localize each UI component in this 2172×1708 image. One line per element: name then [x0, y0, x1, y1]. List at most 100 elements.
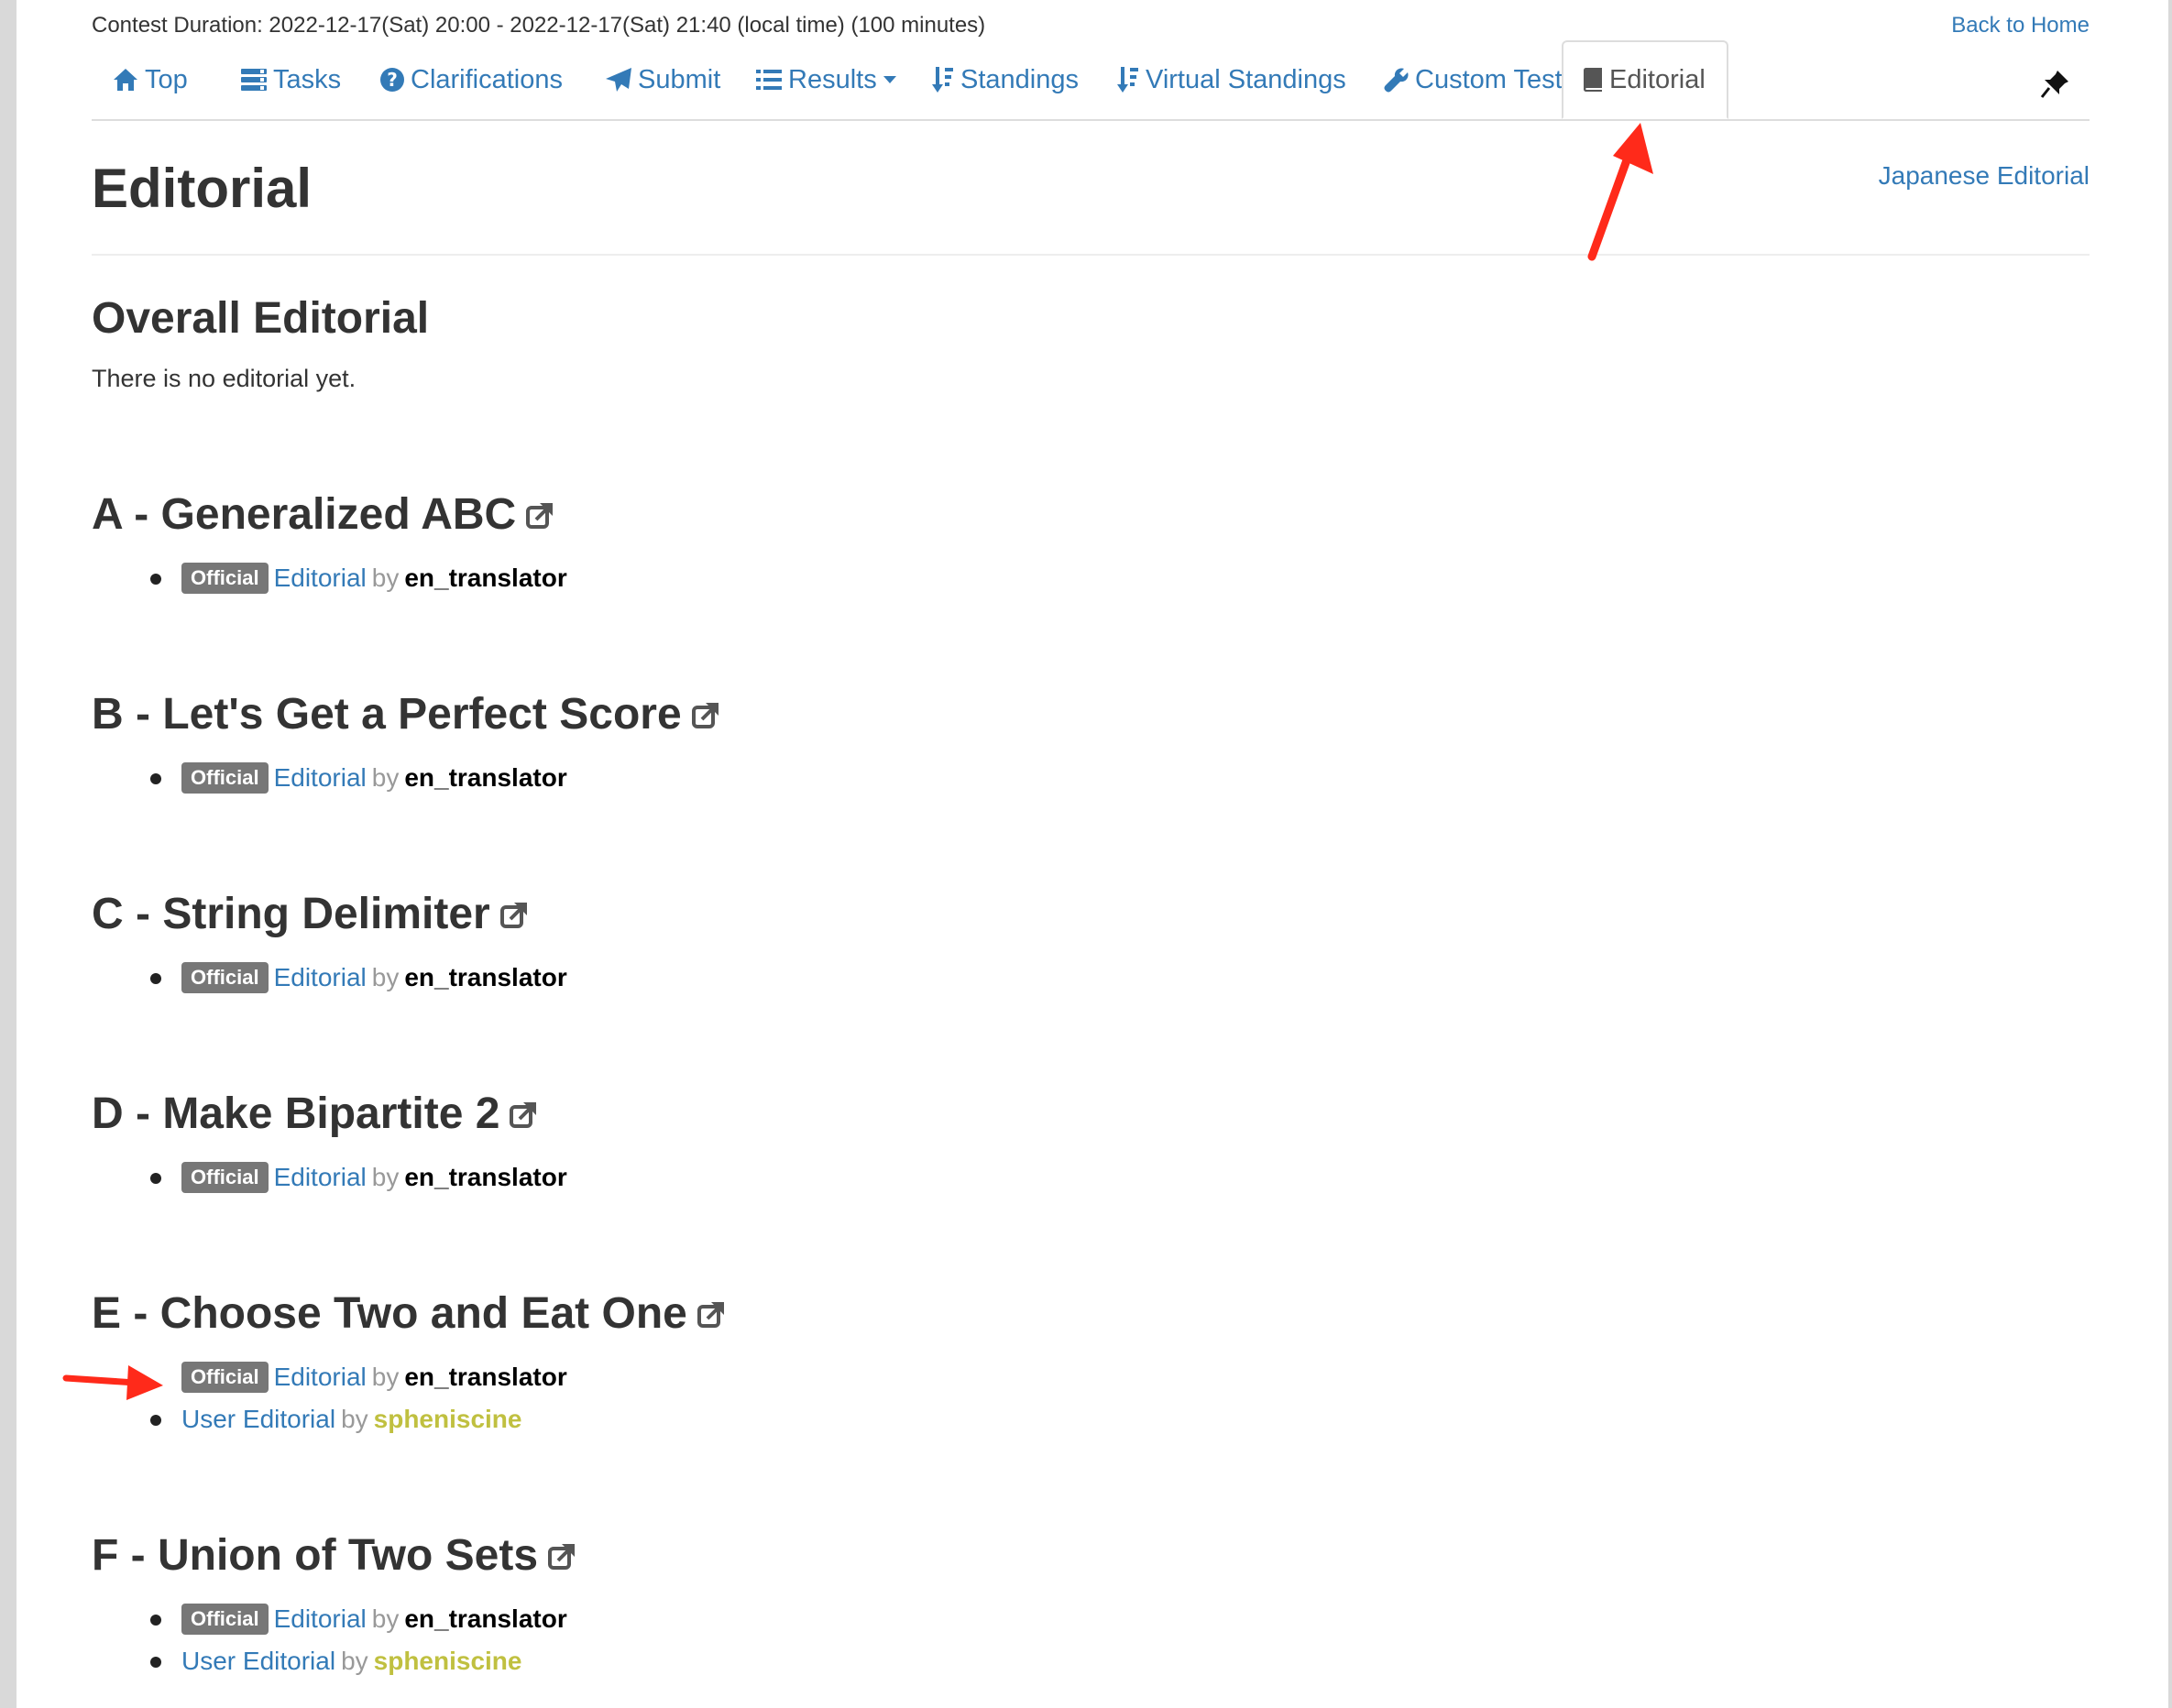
- caret-down-icon: [883, 75, 897, 84]
- tab-virtual-standings[interactable]: Virtual Standings: [1116, 40, 1346, 119]
- task-heading: C - String Delimiter: [92, 885, 1191, 944]
- list-item: Official Editorial by en_translator: [92, 957, 1191, 999]
- task-title[interactable]: C - String Delimiter: [92, 885, 490, 944]
- bullet: [150, 574, 161, 585]
- tab-submit[interactable]: Submit: [605, 40, 720, 119]
- tab-label: Clarifications: [411, 64, 563, 94]
- author-name[interactable]: en_translator: [404, 963, 566, 992]
- list-item: Official Editorial by en_translator: [92, 1598, 1191, 1640]
- task-heading: E - Choose Two and Eat One: [92, 1285, 1191, 1343]
- editorial-link[interactable]: Editorial: [274, 1363, 367, 1392]
- tab-label: Custom Test: [1415, 64, 1563, 94]
- task-section-e: E - Choose Two and Eat One Official Edit…: [92, 1285, 1191, 1440]
- official-badge: Official: [181, 563, 269, 594]
- book-icon: [1582, 67, 1604, 93]
- tab-clarifications[interactable]: ? Clarifications: [379, 40, 563, 119]
- by-label: by: [341, 1405, 368, 1433]
- task-title[interactable]: B - Let's Get a Perfect Score: [92, 685, 682, 744]
- tab-label: Results: [788, 64, 877, 94]
- tab-label: Editorial: [1609, 64, 1706, 94]
- official-badge: Official: [181, 1362, 269, 1393]
- author-name[interactable]: en_translator: [404, 564, 566, 593]
- tab-standings[interactable]: Standings: [931, 40, 1079, 119]
- external-link-icon[interactable]: [547, 1540, 578, 1571]
- task-heading: A - Generalized ABC: [92, 486, 1191, 544]
- by-label: by: [371, 1363, 400, 1391]
- official-badge: Official: [181, 1604, 269, 1635]
- tab-custom-test[interactable]: Custom Test: [1384, 40, 1563, 119]
- tab-tasks[interactable]: Tasks: [240, 40, 341, 119]
- wrench-icon: [1384, 67, 1410, 93]
- bullet: [150, 1415, 161, 1426]
- content-container: Contest Duration: 2022-12-17(Sat) 20:00 …: [92, 0, 2090, 1708]
- user-editorial-link[interactable]: User Editorial: [181, 1405, 335, 1434]
- editorial-link[interactable]: Editorial: [274, 963, 367, 992]
- pin-icon[interactable]: [2040, 68, 2071, 99]
- task-section-a: A - Generalized ABC Official Editorial b…: [92, 486, 1191, 599]
- external-link-icon[interactable]: [499, 899, 531, 930]
- editorial-link[interactable]: Editorial: [274, 564, 367, 593]
- task-title[interactable]: A - Generalized ABC: [92, 486, 516, 544]
- bullet: [150, 1173, 161, 1184]
- send-icon: [605, 67, 632, 93]
- list-item: User Editorial by spheniscine: [92, 1640, 1191, 1682]
- tasks-icon: [240, 68, 268, 92]
- editorial-list: Official Editorial by en_translator User…: [92, 1356, 1191, 1440]
- list-icon: [755, 68, 783, 92]
- author-name[interactable]: en_translator: [404, 1163, 566, 1192]
- editorial-link[interactable]: Editorial: [274, 1163, 367, 1192]
- divider: [92, 254, 2090, 256]
- editorial-list: Official Editorial by en_translator: [92, 557, 1191, 599]
- tab-label: Submit: [638, 64, 721, 94]
- author-name[interactable]: en_translator: [404, 763, 566, 793]
- sort-icon: [931, 66, 955, 93]
- user-editorial-link[interactable]: User Editorial: [181, 1647, 335, 1676]
- list-item: Official Editorial by en_translator: [92, 757, 1191, 799]
- task-heading: D - Make Bipartite 2: [92, 1085, 1191, 1144]
- list-item: Official Editorial by en_translator: [92, 1156, 1191, 1199]
- tab-editorial[interactable]: Editorial: [1562, 40, 1728, 119]
- by-label: by: [341, 1647, 368, 1675]
- official-badge: Official: [181, 1162, 269, 1193]
- editorial-list: Official Editorial by en_translator: [92, 957, 1191, 999]
- task-heading: B - Let's Get a Perfect Score: [92, 685, 1191, 744]
- bullet: [150, 1615, 161, 1626]
- by-label: by: [371, 1604, 400, 1633]
- editorial-list: Official Editorial by en_translator User…: [92, 1598, 1191, 1682]
- task-title[interactable]: D - Make Bipartite 2: [92, 1085, 499, 1144]
- external-link-icon[interactable]: [525, 499, 556, 531]
- home-icon: [112, 67, 139, 93]
- editorial-list: Official Editorial by en_translator: [92, 757, 1191, 799]
- page: Contest Duration: 2022-12-17(Sat) 20:00 …: [16, 0, 2168, 1708]
- sort-icon: [1116, 66, 1140, 93]
- editorial-link[interactable]: Editorial: [274, 763, 367, 793]
- tab-top[interactable]: Top: [112, 40, 188, 119]
- bullet: [150, 773, 161, 784]
- editorial-link[interactable]: Editorial: [274, 1604, 367, 1634]
- tab-results[interactable]: Results: [755, 40, 897, 119]
- external-link-icon[interactable]: [697, 1298, 728, 1330]
- author-name[interactable]: en_translator: [404, 1363, 566, 1392]
- external-link-icon[interactable]: [509, 1099, 540, 1130]
- external-link-icon[interactable]: [691, 699, 722, 730]
- tab-label: Tasks: [273, 64, 342, 94]
- task-title[interactable]: E - Choose Two and Eat One: [92, 1285, 687, 1343]
- japanese-editorial-link[interactable]: Japanese Editorial: [1879, 161, 2090, 191]
- task-section-d: D - Make Bipartite 2 Official Editorial …: [92, 1085, 1191, 1199]
- author-name[interactable]: en_translator: [404, 1604, 566, 1634]
- author-name[interactable]: spheniscine: [374, 1647, 522, 1676]
- by-label: by: [371, 564, 400, 592]
- contest-duration: Contest Duration: 2022-12-17(Sat) 20:00 …: [92, 13, 986, 38]
- editorial-list: Official Editorial by en_translator: [92, 1156, 1191, 1199]
- list-item: Official Editorial by en_translator: [92, 557, 1191, 599]
- no-editorial-message: There is no editorial yet.: [92, 365, 357, 392]
- tab-label: Top: [145, 64, 188, 94]
- author-name[interactable]: spheniscine: [374, 1405, 522, 1434]
- back-to-home-link[interactable]: Back to Home: [1951, 13, 2090, 38]
- bullet: [150, 1657, 161, 1668]
- by-label: by: [371, 963, 400, 991]
- by-label: by: [371, 763, 400, 792]
- page-title: Editorial: [92, 158, 313, 219]
- task-section-f: F - Union of Two Sets Official Editorial…: [92, 1527, 1191, 1682]
- task-title[interactable]: F - Union of Two Sets: [92, 1527, 538, 1585]
